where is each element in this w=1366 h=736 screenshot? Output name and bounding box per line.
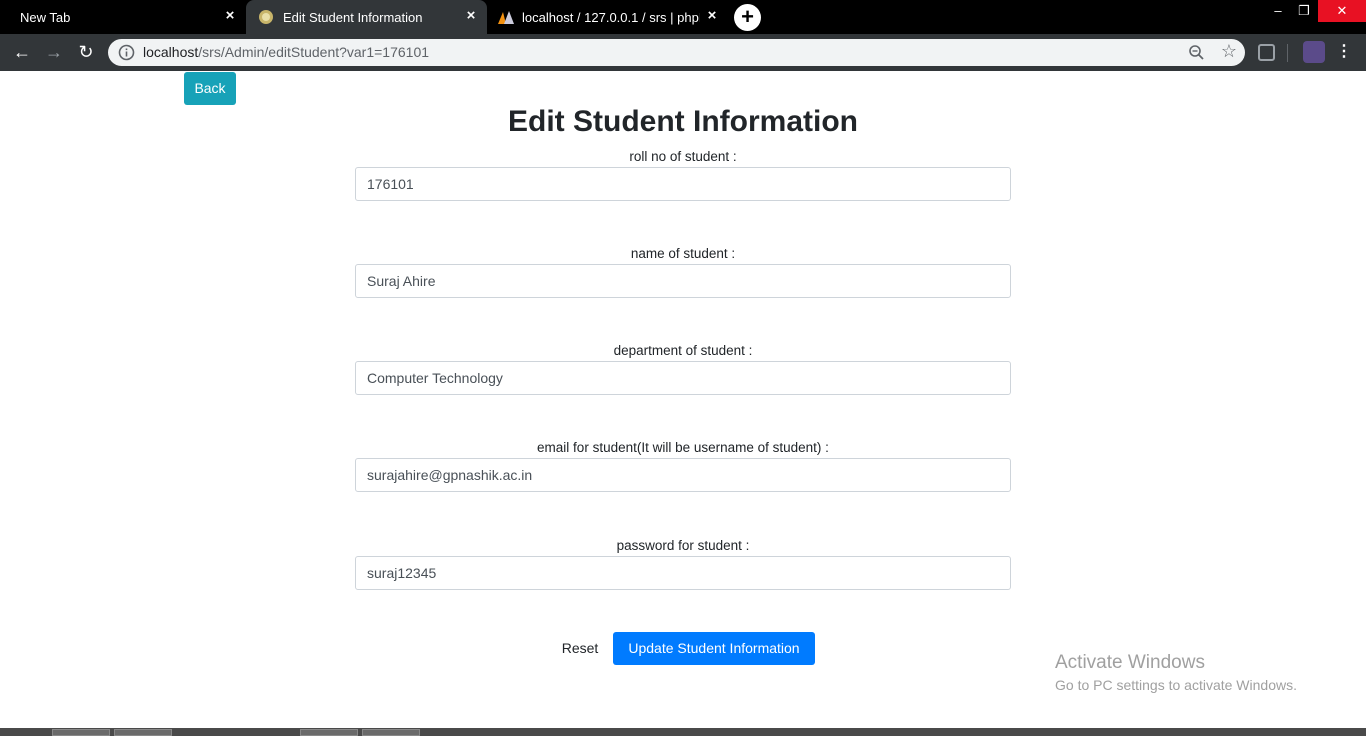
url-text: localhost/srs/Admin/editStudent?var1=176… — [143, 44, 429, 60]
restore-icon[interactable]: ❐ — [1289, 0, 1319, 22]
taskbar-app-explorer[interactable] — [114, 729, 172, 736]
close-icon[interactable]: × — [704, 8, 720, 24]
tab-phpmyadmin[interactable]: localhost / 127.0.0.1 / srs | phpMyAdmin… — [487, 0, 728, 34]
roll-no-label: roll no of student : — [629, 149, 737, 164]
department-label: department of student : — [613, 343, 753, 358]
college-logo-icon — [259, 10, 273, 24]
taskbar-app[interactable] — [300, 729, 358, 736]
activate-windows-subtitle: Go to PC settings to activate Windows. — [1055, 677, 1297, 693]
extension-icon[interactable] — [1258, 44, 1275, 61]
name-label: name of student : — [630, 246, 736, 261]
tab-new-tab[interactable]: New Tab × — [0, 0, 246, 34]
tab-label: localhost / 127.0.0.1 / srs | phpMyAdmin — [522, 9, 700, 25]
forward-arrow-icon[interactable]: → — [43, 41, 65, 63]
kebab-menu-icon[interactable]: ⋮ — [1336, 42, 1352, 62]
toolbar-divider — [1287, 44, 1288, 62]
info-icon[interactable] — [118, 44, 135, 61]
email-input[interactable]: surajahire@gpnashik.ac.in — [355, 458, 1011, 492]
password-input[interactable]: suraj12345 — [355, 556, 1011, 590]
url-host: localhost — [143, 44, 199, 60]
reload-icon[interactable]: ↻ — [75, 41, 97, 63]
profile-avatar[interactable] — [1303, 41, 1325, 63]
back-arrow-icon[interactable]: ← — [11, 41, 33, 63]
bookmark-star-icon[interactable]: ☆ — [1221, 41, 1237, 62]
zoom-icon[interactable] — [1188, 44, 1205, 61]
reset-button[interactable]: Reset — [555, 632, 605, 665]
update-student-button[interactable]: Update Student Information — [613, 632, 815, 665]
close-icon[interactable]: × — [463, 8, 479, 24]
department-input[interactable]: Computer Technology — [355, 361, 1011, 395]
activate-windows-title: Activate Windows — [1055, 652, 1205, 673]
browser-toolbar: ← → ↻ localhost/srs/Admin/editStudent?va… — [0, 34, 1366, 71]
browser-tab-strip: New Tab × Edit Student Information × loc… — [0, 0, 1366, 34]
tab-label: Edit Student Information — [283, 9, 423, 25]
taskbar-app-chrome[interactable] — [52, 729, 110, 736]
tab-edit-student[interactable]: Edit Student Information × — [246, 0, 487, 34]
tab-label: New Tab — [20, 9, 71, 25]
page-title: Edit Student Information — [508, 105, 858, 138]
address-bar[interactable]: localhost/srs/Admin/editStudent?var1=176… — [108, 39, 1245, 66]
url-path: /srs/Admin/editStudent?var1=176101 — [198, 44, 430, 60]
back-button[interactable]: Back — [184, 72, 236, 105]
name-input[interactable]: Suraj Ahire — [355, 264, 1011, 298]
close-icon[interactable]: × — [222, 8, 238, 24]
phpmyadmin-icon — [498, 11, 514, 24]
email-label: email for student(It will be username of… — [537, 440, 829, 455]
roll-no-input[interactable]: 176101 — [355, 167, 1011, 201]
password-label: password for student : — [616, 538, 750, 553]
window-close-icon[interactable]: ✕ — [1318, 0, 1366, 22]
taskbar-app[interactable] — [362, 729, 420, 736]
windows-taskbar — [0, 728, 1366, 736]
new-tab-button[interactable]: + — [734, 4, 761, 31]
